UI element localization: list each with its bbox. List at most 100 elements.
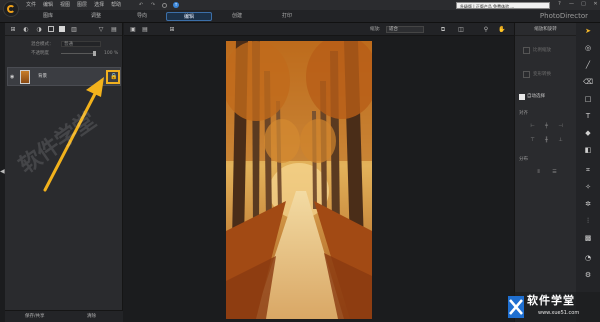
transform-icon xyxy=(523,71,530,78)
adjust-tool-icon[interactable]: ✲ xyxy=(583,199,593,209)
close-button[interactable]: ✕ xyxy=(592,1,599,8)
transform-button[interactable]: 变形转换 xyxy=(533,71,551,78)
frame-icon[interactable] xyxy=(48,26,54,32)
title-toolbar: ↶ ↷ ↑ xyxy=(138,2,179,8)
zoom-label: 缩放: xyxy=(370,27,381,32)
grid-layout-icon[interactable]: ▥ xyxy=(70,26,78,33)
autumn-forest-path-image xyxy=(226,41,372,319)
help-button[interactable]: ? xyxy=(556,1,563,8)
menu-help[interactable]: 帮助 xyxy=(111,2,121,8)
grid-icon[interactable]: ⊞ xyxy=(168,26,176,33)
fill-icon[interactable] xyxy=(59,26,65,32)
adjust-layer-icon[interactable]: ◑ xyxy=(35,26,43,33)
selection-tool-icon[interactable]: ◎ xyxy=(583,43,593,53)
move-tool-icon[interactable]: ➤ xyxy=(583,26,593,36)
canvas-toolbar: ▣ ▤ ⊞ 缩放: 适合 ⧉ ◫ ⚲ ✋ xyxy=(124,23,514,36)
fill-tool-icon[interactable]: ◆ xyxy=(583,128,593,138)
align-center-icon[interactable]: ╪ xyxy=(543,123,550,129)
shape-tool-icon[interactable]: □ xyxy=(583,94,593,104)
auto-select-label: 自动选择 xyxy=(527,94,545,99)
align-left-icon[interactable]: ⊢ xyxy=(529,123,536,129)
blend-mode-row: 混合模式： 普通 xyxy=(5,40,122,49)
layers-panel: ⊞ ◐ ◑ ▥ ▽ ▤ 混合模式： 普通 不透明度 100 % ◉ 背景 🔒 保… xyxy=(5,23,123,322)
zoom-icon[interactable]: ⚲ xyxy=(482,26,490,33)
layers-toolbar: ⊞ ◐ ◑ ▥ ▽ ▤ xyxy=(5,23,122,36)
tab-library[interactable]: 图库 xyxy=(36,12,60,21)
mask-icon[interactable]: ◐ xyxy=(22,26,30,33)
zoom-select[interactable]: 适合 xyxy=(386,26,424,33)
eraser-tool-icon[interactable]: ⌫ xyxy=(583,77,593,87)
promo-notice[interactable]: 升级版 | 正版产品 免费体验 ... xyxy=(456,2,550,9)
blend-mode-label: 混合模式： xyxy=(31,42,54,47)
brush-tool-icon[interactable]: ╱ xyxy=(583,60,593,70)
layer-thumbnail xyxy=(20,70,30,84)
filter-icon[interactable]: ▽ xyxy=(97,26,105,33)
align-right-icon[interactable]: ⊣ xyxy=(557,123,564,129)
view-compare-icon[interactable]: ▤ xyxy=(141,26,149,33)
gradient-tool-icon[interactable]: ◧ xyxy=(583,145,593,155)
align-section-label: 对齐 xyxy=(519,111,528,116)
maximize-button[interactable]: □ xyxy=(580,1,587,8)
menu-layer[interactable]: 图层 xyxy=(77,2,87,8)
distribute-horizontal-icon[interactable]: ⫴ xyxy=(535,169,542,175)
tool-strip: ➤ ◎ ╱ ⌫ □ T ◆ ◧ ⌗ ✧ ✲ ⫶ ▩ ◔ ⚙ xyxy=(576,23,600,322)
menu-select[interactable]: 选择 xyxy=(94,2,104,8)
opacity-label: 不透明度 xyxy=(31,51,49,56)
minimize-button[interactable]: — xyxy=(568,1,575,8)
align-bottom-icon[interactable]: ⊥ xyxy=(557,137,564,143)
opacity-row: 不透明度 100 % xyxy=(5,49,122,58)
tab-print[interactable]: 打印 xyxy=(275,12,299,21)
save-share-button[interactable]: 保存/共享 xyxy=(25,314,45,320)
menu-view[interactable]: 视图 xyxy=(60,2,70,8)
tab-guided[interactable]: 导向 xyxy=(130,12,154,21)
opacity-slider-knob[interactable] xyxy=(93,51,96,56)
opacity-value: 100 % xyxy=(104,51,119,56)
distribute-vertical-icon[interactable]: ☰ xyxy=(551,169,558,175)
redo-icon[interactable]: ↷ xyxy=(150,2,156,8)
align-top-icon[interactable]: ⊤ xyxy=(529,137,536,143)
panel-title: 缩放和旋转 xyxy=(515,23,576,36)
settings-circle-icon[interactable] xyxy=(162,2,167,8)
levels-tool-icon[interactable]: ⫶ xyxy=(583,216,593,226)
compare-split-icon[interactable]: ◫ xyxy=(457,26,465,33)
menu-file[interactable]: 文件 xyxy=(26,2,36,8)
lock-icon[interactable]: 🔒 xyxy=(110,74,117,80)
visibility-eye-icon[interactable]: ◉ xyxy=(10,74,16,80)
view-single-icon[interactable]: ▣ xyxy=(129,26,137,33)
app-logo-icon xyxy=(3,1,19,17)
watermark-site-url: www.xue51.com xyxy=(538,310,580,316)
new-layer-icon[interactable]: ⊞ xyxy=(9,26,17,33)
watermark-site-name: 软件学堂 xyxy=(527,294,575,307)
brand-name: PhotoDirector xyxy=(539,12,588,20)
pan-hand-icon[interactable]: ✋ xyxy=(498,26,506,33)
tab-create[interactable]: 创建 xyxy=(225,12,249,21)
canvas-photo[interactable] xyxy=(226,41,372,319)
menu-edit[interactable]: 编辑 xyxy=(43,2,53,8)
text-tool-icon[interactable]: T xyxy=(583,111,593,121)
clone-tool-icon[interactable]: ◔ xyxy=(583,253,593,263)
auto-select-checkbox[interactable] xyxy=(519,94,525,100)
crop-tool-icon[interactable]: ⌗ xyxy=(583,165,593,175)
align-middle-icon[interactable]: ╫ xyxy=(543,137,550,143)
undo-icon[interactable]: ↶ xyxy=(138,2,144,8)
tab-edit[interactable]: 编辑 xyxy=(166,12,212,21)
delete-layer-icon[interactable]: ▤ xyxy=(110,26,118,33)
magic-tool-icon[interactable]: ✧ xyxy=(583,182,593,192)
blend-mode-select[interactable]: 普通 xyxy=(61,41,101,47)
crop-view-icon[interactable]: ⧉ xyxy=(439,26,447,33)
filter-tool-icon[interactable]: ▩ xyxy=(583,233,593,243)
opacity-slider[interactable] xyxy=(61,53,96,54)
tab-adjust[interactable]: 调整 xyxy=(84,12,108,21)
module-tab-bar: 图库 调整 导向 编辑 创建 打印 PhotoDirector xyxy=(0,10,600,23)
menu-bar: 文件 编辑 视图 图层 选择 帮助 xyxy=(26,2,121,8)
layer-item-background[interactable]: ◉ 背景 🔒 xyxy=(7,67,121,86)
layer-lock-highlight[interactable]: 🔒 xyxy=(106,70,120,84)
window-controls: ? — □ ✕ xyxy=(556,1,599,8)
upgrade-icon[interactable]: ↑ xyxy=(173,2,179,8)
proportional-scale-button[interactable]: 比例缩放 xyxy=(533,47,551,54)
settings-gear-icon[interactable]: ⚙ xyxy=(583,270,593,280)
scale-icon xyxy=(523,47,530,54)
clear-button[interactable]: 清除 xyxy=(87,314,96,320)
transform-panel: 缩放和旋转 比例缩放 变形转换 自动选择 对齐 ⊢ ╪ ⊣ ⊤ ╫ ⊥ 分布 ⫴… xyxy=(514,23,576,322)
distribute-section-label: 分布 xyxy=(519,157,528,162)
